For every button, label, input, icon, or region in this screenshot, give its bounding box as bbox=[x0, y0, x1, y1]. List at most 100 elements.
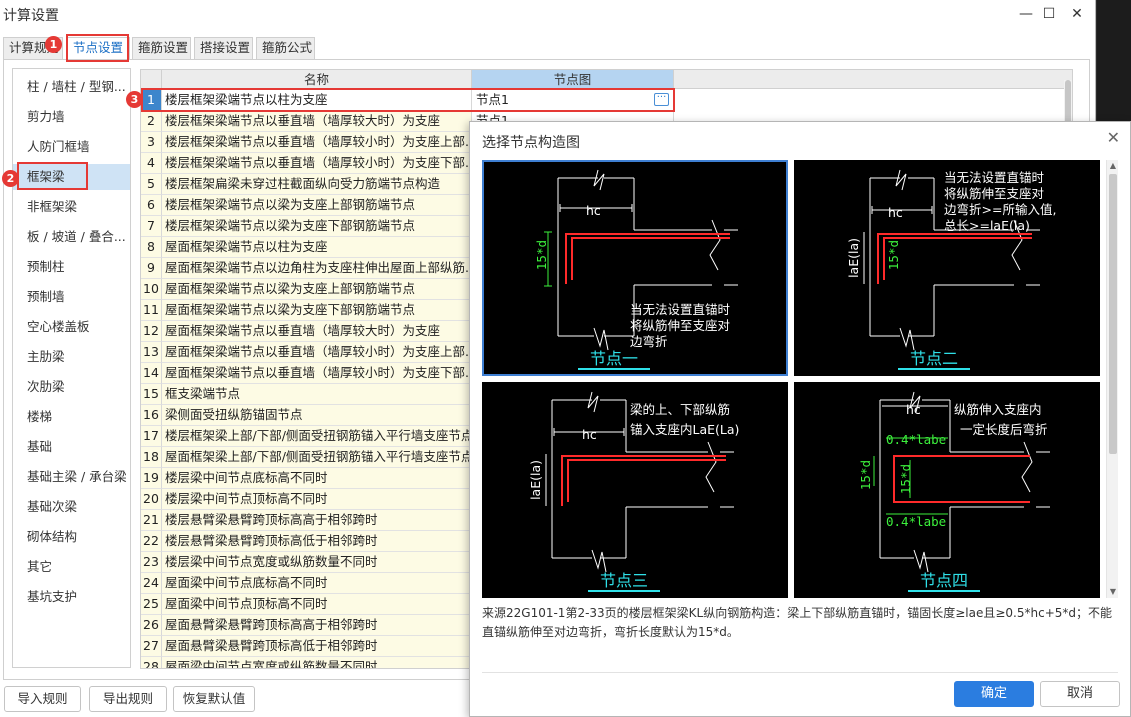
more-options-icon[interactable]: ··· bbox=[654, 93, 669, 106]
row-name: 屋面框架梁端节点以柱为支座 bbox=[162, 237, 472, 258]
header-node[interactable]: 节点图 bbox=[472, 70, 674, 89]
row-name: 屋面梁中间节点宽度或纵筋数量不同时 bbox=[162, 657, 472, 668]
sidebar-item-pit-support[interactable]: 基坑支护 bbox=[13, 584, 130, 610]
cancel-button[interactable]: 取消 bbox=[1040, 681, 1120, 707]
node-4-note-line1: 纵筋伸入支座内 bbox=[954, 402, 1042, 417]
minimize-button[interactable]: — bbox=[1015, 4, 1037, 24]
row-index: 6 bbox=[141, 195, 162, 216]
sidebar-item-slab[interactable]: 板 / 坡道 / 叠合... bbox=[13, 224, 130, 250]
sidebar-item-masonry[interactable]: 砌体结构 bbox=[13, 524, 130, 550]
sidebar-item-civil-defense-wall[interactable]: 人防门框墙 bbox=[13, 134, 130, 160]
node-3-note-line1: 梁的上、下部纵筋 bbox=[630, 402, 731, 417]
annotation-badge-3: 3 bbox=[126, 91, 143, 108]
row-name: 楼层框架梁端节点以垂直墙（墙厚较小时）为支座上部... bbox=[162, 132, 472, 153]
dialog-scrollbar[interactable]: ▲ ▼ bbox=[1106, 160, 1118, 598]
row-index: 17 bbox=[141, 426, 162, 447]
row-name: 屋面框架梁上部/下部/侧面受扭钢筋锚入平行墙支座节点 bbox=[162, 447, 472, 468]
row-index: 26 bbox=[141, 615, 162, 636]
sidebar-item-stairs[interactable]: 楼梯 bbox=[13, 404, 130, 430]
row-name: 楼层框架梁端节点以垂直墙（墙厚较小时）为支座下部... bbox=[162, 153, 472, 174]
header-filler bbox=[674, 70, 1072, 89]
row-index: 7 bbox=[141, 216, 162, 237]
sidebar-item-secondary-rib-beam[interactable]: 次肋梁 bbox=[13, 374, 130, 400]
node-3-label: 节点三 bbox=[588, 572, 661, 592]
node-panel-2[interactable]: hc laE(la) 15*d 当无法设置直锚时 将纵筋伸至支座对 边弯折>=所… bbox=[794, 160, 1100, 376]
dialog-close-icon[interactable]: ✕ bbox=[1107, 128, 1120, 147]
node-panel-1[interactable]: hc 15*d 当无法设置直锚时 将纵筋伸至支座对 边弯折 节点一 bbox=[482, 160, 788, 376]
row-node-value[interactable]: 节点1 ··· bbox=[472, 90, 674, 111]
maximize-button[interactable]: ☐ bbox=[1038, 4, 1060, 24]
row-name: 楼层悬臂梁悬臂跨顶标高低于相邻跨时 bbox=[162, 531, 472, 552]
table-row[interactable]: 1 楼层框架梁端节点以柱为支座 节点1 ··· bbox=[141, 90, 1072, 111]
row-name: 屋面悬臂梁悬臂跨顶标高高于相邻跨时 bbox=[162, 615, 472, 636]
row-index: 18 bbox=[141, 447, 162, 468]
scroll-up-icon[interactable]: ▲ bbox=[1107, 160, 1119, 172]
node-panel-3[interactable]: hc laE(la) 梁的上、下部纵筋 锚入支座内LaE(La) 节点三 bbox=[482, 382, 788, 598]
header-index bbox=[141, 70, 162, 89]
row-name: 楼层梁中间节点顶标高不同时 bbox=[162, 489, 472, 510]
row-name: 屋面框架梁端节点以垂直墙（墙厚较小时）为支座下部... bbox=[162, 363, 472, 384]
export-rules-button[interactable]: 导出规则 bbox=[89, 686, 167, 712]
node-1-label: 节点一 bbox=[578, 350, 651, 370]
node-panel-4[interactable]: hc 0.4*labe 0.4*labe 15*d 15*d 纵筋伸入支座内 一… bbox=[794, 382, 1100, 598]
tab-lap-settings[interactable]: 搭接设置 bbox=[194, 37, 253, 59]
sidebar-item-shear-wall[interactable]: 剪力墙 bbox=[13, 104, 130, 130]
row-name: 楼层框架梁端节点以梁为支座下部钢筋端节点 bbox=[162, 216, 472, 237]
sidebar-item-column[interactable]: 柱 / 墙柱 / 型钢... bbox=[13, 74, 130, 100]
import-rules-button[interactable]: 导入规则 bbox=[4, 686, 81, 712]
row-name: 楼层悬臂梁悬臂跨顶标高高于相邻跨时 bbox=[162, 510, 472, 531]
row-index: 12 bbox=[141, 321, 162, 342]
node-2-dim: 15*d bbox=[886, 240, 901, 271]
row-index: 4 bbox=[141, 153, 162, 174]
scroll-down-icon[interactable]: ▼ bbox=[1107, 586, 1119, 598]
node-diagram-grid: hc 15*d 当无法设置直锚时 将纵筋伸至支座对 边弯折 节点一 hc laE… bbox=[482, 160, 1108, 598]
close-button[interactable]: ✕ bbox=[1066, 4, 1088, 24]
restore-defaults-button[interactable]: 恢复默认值 bbox=[173, 686, 255, 712]
node-4-label: 节点四 bbox=[908, 572, 981, 592]
row-index: 15 bbox=[141, 384, 162, 405]
row-index: 21 bbox=[141, 510, 162, 531]
sidebar-item-foundation[interactable]: 基础 bbox=[13, 434, 130, 460]
row-name: 楼层框架梁上部/下部/侧面受扭钢筋锚入平行墙支座节点 bbox=[162, 426, 472, 447]
dialog-divider bbox=[482, 672, 1118, 673]
sidebar-item-precast-column[interactable]: 预制柱 bbox=[13, 254, 130, 280]
tab-node-settings[interactable]: 节点设置 bbox=[67, 37, 130, 60]
row-name: 楼层框架梁端节点以垂直墙（墙厚较大时）为支座 bbox=[162, 111, 472, 132]
row-name: 框支梁端节点 bbox=[162, 384, 472, 405]
row-index: 25 bbox=[141, 594, 162, 615]
node-4-labe-bottom: 0.4*labe bbox=[886, 514, 947, 529]
ok-button[interactable]: 确定 bbox=[954, 681, 1034, 707]
tab-stirrup-settings[interactable]: 箍筋设置 bbox=[132, 37, 191, 59]
sidebar-item-other[interactable]: 其它 bbox=[13, 554, 130, 580]
row-name: 楼层框架扁梁未穿过柱截面纵向受力筋端节点构造 bbox=[162, 174, 472, 195]
node-2-hc: hc bbox=[888, 205, 903, 220]
tab-stirrup-formula[interactable]: 箍筋公式 bbox=[256, 37, 315, 59]
row-index: 22 bbox=[141, 531, 162, 552]
dialog-scroll-thumb[interactable] bbox=[1109, 174, 1117, 454]
header-name[interactable]: 名称 bbox=[162, 70, 472, 89]
row-name: 梁侧面受扭纵筋锚固节点 bbox=[162, 405, 472, 426]
row-name: 屋面悬臂梁悬臂跨顶标高低于相邻跨时 bbox=[162, 636, 472, 657]
row-name: 屋面框架梁端节点以梁为支座下部钢筋端节点 bbox=[162, 300, 472, 321]
node-1-note-line3: 边弯折 bbox=[630, 334, 668, 349]
node-4-note-line2: 一定长度后弯折 bbox=[960, 422, 1048, 437]
row-index: 27 bbox=[141, 636, 162, 657]
node-3-note-line2: 锚入支座内LaE(La) bbox=[630, 422, 740, 437]
row-name: 楼层梁中间节点宽度或纵筋数量不同时 bbox=[162, 552, 472, 573]
node-1-dim: 15*d bbox=[534, 240, 549, 271]
component-sidebar: 柱 / 墙柱 / 型钢... 剪力墙 人防门框墙 框架梁 非框架梁 板 / 坡道… bbox=[12, 68, 131, 668]
row-index: 10 bbox=[141, 279, 162, 300]
sidebar-item-frame-beam[interactable]: 框架梁 bbox=[13, 164, 130, 190]
row-name: 屋面梁中间节点顶标高不同时 bbox=[162, 594, 472, 615]
node-picker-dialog: 选择节点构造图 ✕ hc 15*d 当无法设置直锚时 将纵筋伸至支座对 边弯折 … bbox=[469, 121, 1131, 717]
sidebar-item-non-frame-beam[interactable]: 非框架梁 bbox=[13, 194, 130, 220]
sidebar-item-precast-wall[interactable]: 预制墙 bbox=[13, 284, 130, 310]
row-index: 14 bbox=[141, 363, 162, 384]
sidebar-item-hollow-slab[interactable]: 空心楼盖板 bbox=[13, 314, 130, 340]
sidebar-item-foundation-main-beam[interactable]: 基础主梁 / 承台梁 bbox=[13, 464, 130, 490]
sidebar-item-main-rib-beam[interactable]: 主肋梁 bbox=[13, 344, 130, 370]
node-2-note-line3: 边弯折>=所输入值, bbox=[944, 202, 1057, 217]
node-2-label: 节点二 bbox=[898, 350, 971, 370]
sidebar-item-foundation-secondary-beam[interactable]: 基础次梁 bbox=[13, 494, 130, 520]
row-name: 屋面梁中间节点底标高不同时 bbox=[162, 573, 472, 594]
